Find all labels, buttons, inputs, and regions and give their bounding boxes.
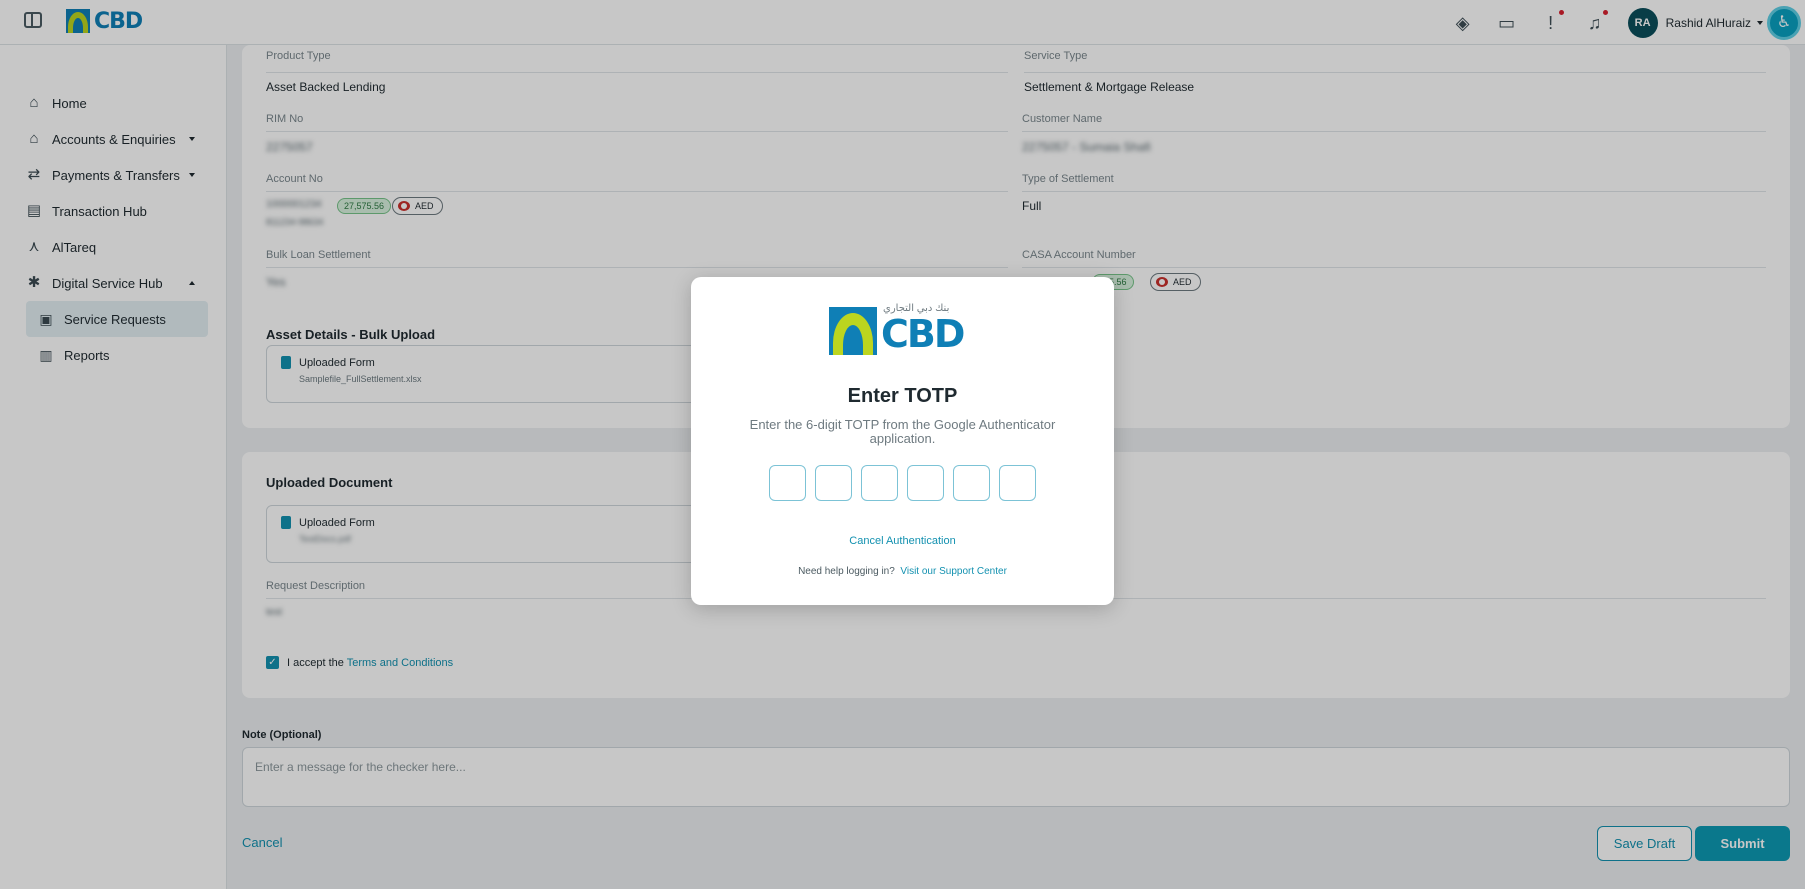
help-prefix: Need help logging in? xyxy=(798,566,895,577)
otp-digit-3[interactable] xyxy=(861,465,898,501)
dialog-title: Enter TOTP xyxy=(847,385,958,407)
otp-digit-5[interactable] xyxy=(953,465,990,501)
otp-digit-6[interactable] xyxy=(999,465,1036,501)
otp-digit-1[interactable] xyxy=(769,465,806,501)
cbd-logo-text: CBD xyxy=(881,312,965,356)
totp-dialog: بنك دبي التجاري CBD Enter TOTP Enter the… xyxy=(691,277,1114,605)
otp-digit-2[interactable] xyxy=(815,465,852,501)
cbd-logo: بنك دبي التجاري CBD xyxy=(829,303,979,357)
dialog-subtitle: Enter the 6-digit TOTP from the Google A… xyxy=(749,417,1056,446)
support-center-link[interactable]: Visit our Support Center xyxy=(900,566,1007,577)
otp-input-group xyxy=(769,465,1036,501)
otp-digit-4[interactable] xyxy=(907,465,944,501)
cancel-authentication-link[interactable]: Cancel Authentication xyxy=(691,535,1114,547)
cbd-logo-mark xyxy=(829,307,877,355)
help-text: Need help logging in? Visit our Support … xyxy=(691,566,1114,577)
